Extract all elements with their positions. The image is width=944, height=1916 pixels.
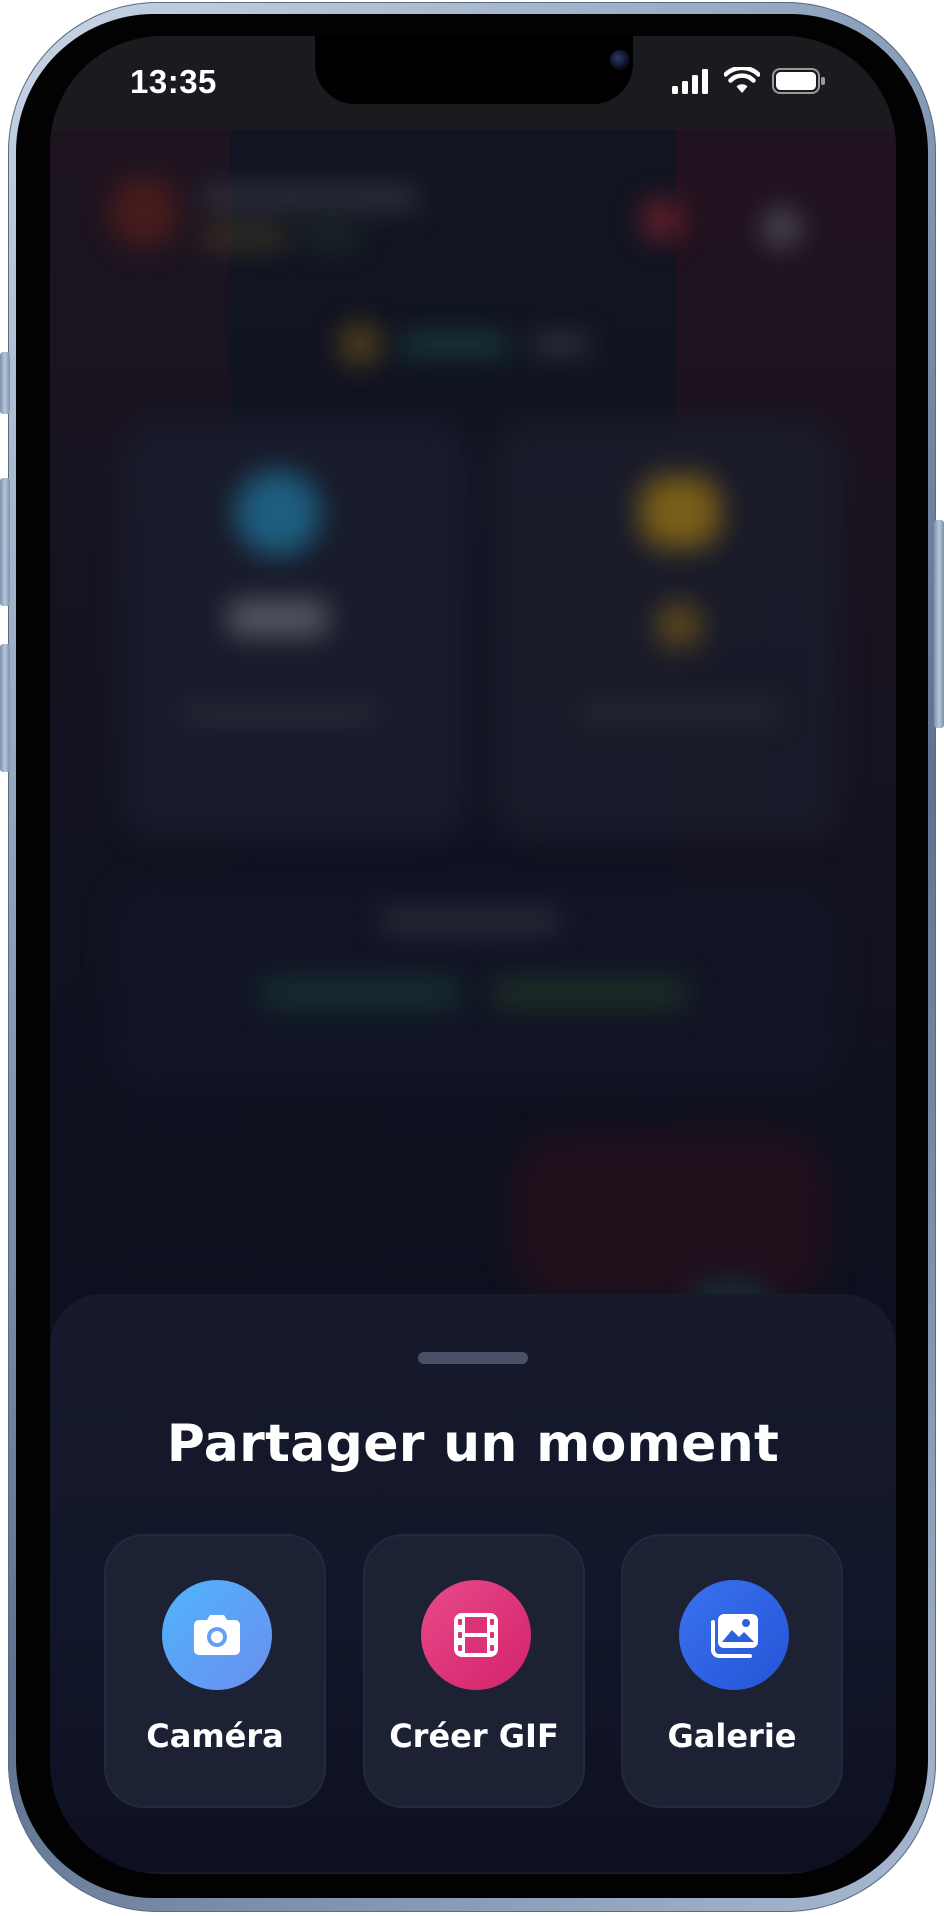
film-icon [421, 1580, 531, 1690]
share-actions: Caméra Créer GIF Galerie [104, 1534, 844, 1810]
blurred-wide-card-btn-right [490, 976, 690, 1010]
device-mockup: 13:35 Partager un moment Caméra Créer GI… [0, 0, 944, 1916]
power-side-button [934, 520, 944, 728]
phone-screen: 13:35 Partager un moment Caméra Créer GI… [50, 36, 896, 1874]
gallery-icon [679, 1580, 789, 1690]
camera-button-label: Caméra [146, 1717, 284, 1755]
blurred-chip-text-2 [530, 334, 590, 354]
battery-icon [772, 67, 826, 99]
wifi-icon [723, 65, 761, 99]
blurred-menu-dot [762, 208, 802, 248]
gallery-button[interactable]: Galerie [621, 1534, 843, 1808]
action-side-button [0, 352, 10, 414]
blurred-card-right-icon [640, 476, 720, 548]
blurred-card-left-caption [180, 704, 380, 722]
blurred-avatar [108, 176, 180, 248]
earpiece-speaker [670, 36, 810, 40]
blurred-wide-card-btn-left [260, 976, 460, 1010]
create-gif-button-label: Créer GIF [389, 1717, 559, 1755]
cellular-signal-icon [672, 68, 712, 98]
gallery-button-label: Galerie [667, 1717, 797, 1755]
camera-button[interactable]: Caméra [104, 1534, 326, 1808]
front-camera [610, 50, 630, 70]
blurred-chip-text [400, 334, 510, 354]
create-gif-button[interactable]: Créer GIF [363, 1534, 585, 1808]
share-bottom-sheet: Partager un moment Caméra Créer GIF Gale… [50, 1294, 896, 1874]
camera-icon [162, 1580, 272, 1690]
blurred-card-left-icon [235, 470, 321, 556]
volume-down-side-button [0, 644, 10, 772]
sheet-grabber-handle[interactable] [418, 1352, 528, 1364]
blurred-card-left-value [228, 600, 328, 636]
blurred-card-right-caption [580, 704, 780, 722]
dynamic-notch [315, 36, 810, 104]
blurred-header-subtext [200, 228, 290, 246]
blurred-wide-card-title [380, 910, 560, 932]
blurred-notification-dot [640, 198, 684, 242]
blurred-header-subtext-2 [300, 228, 360, 246]
blurred-header-text [200, 186, 420, 210]
blurred-lower-red [510, 1130, 830, 1310]
sheet-title: Partager un moment [166, 1414, 780, 1474]
blurred-card-right-value [656, 602, 702, 648]
blurred-chip-icon [340, 324, 380, 364]
status-icons [672, 65, 826, 99]
volume-up-side-button [0, 478, 10, 606]
status-time: 13:35 [130, 63, 217, 100]
